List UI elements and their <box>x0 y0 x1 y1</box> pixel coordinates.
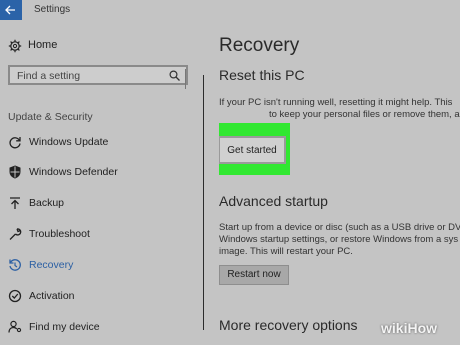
sidebar-item-windows-update[interactable]: Windows Update <box>8 134 188 152</box>
search-placeholder: Find a setting <box>17 70 81 82</box>
restart-now-button[interactable]: Restart now <box>219 265 289 285</box>
advanced-description-line2: Windows startup settings, or restore Win… <box>219 234 459 245</box>
back-button[interactable] <box>0 0 22 20</box>
get-started-button[interactable]: Get started <box>219 136 286 164</box>
gear-icon <box>8 39 22 53</box>
wikihow-watermark: wikiHow <box>381 320 438 336</box>
sidebar-item-windows-defender[interactable]: Windows Defender <box>8 164 188 182</box>
home-label: Home <box>28 39 58 51</box>
reset-heading: Reset this PC <box>219 67 305 83</box>
sidebar-item-label: Backup <box>29 197 65 209</box>
sidebar-item-label: Activation <box>29 290 75 302</box>
refresh-icon <box>8 135 22 149</box>
reset-description-line1: If your PC isn't running well, resetting… <box>219 97 453 108</box>
sidebar-item-label: Recovery <box>29 259 74 271</box>
advanced-description-line1: Start up from a device or disc (such as … <box>219 222 460 233</box>
advanced-description-line3: image. This will restart your PC. <box>219 246 353 257</box>
sidebar-scrollbar[interactable] <box>185 69 186 89</box>
sidebar-item-label: Troubleshoot <box>29 228 90 240</box>
sidebar: Home Find a setting Update & Security Wi… <box>0 20 200 345</box>
search-icon <box>169 70 180 81</box>
sidebar-item-activation[interactable]: Activation <box>8 288 188 306</box>
more-recovery-options-heading: More recovery options <box>219 317 358 333</box>
back-arrow-icon <box>5 5 15 15</box>
search-input[interactable]: Find a setting <box>8 65 188 85</box>
history-icon <box>8 258 22 272</box>
advanced-startup-heading: Advanced startup <box>219 193 328 209</box>
backup-arrow-icon <box>8 196 22 210</box>
sidebar-item-troubleshoot[interactable]: Troubleshoot <box>8 226 188 244</box>
page-title: Recovery <box>219 35 300 56</box>
sidebar-item-label: Windows Update <box>29 136 109 148</box>
window-title: Settings <box>34 4 71 15</box>
sidebar-item-label: Windows Defender <box>29 166 118 178</box>
sidebar-item-find-my-device[interactable]: Find my device <box>8 319 188 337</box>
sidebar-item-label: Find my device <box>29 321 100 333</box>
shield-icon <box>8 165 22 179</box>
sidebar-item-recovery[interactable]: Recovery <box>8 257 188 275</box>
section-label: Update & Security <box>8 111 93 123</box>
check-circle-icon <box>8 289 22 303</box>
sidebar-item-backup[interactable]: Backup <box>8 195 188 213</box>
wrench-icon <box>8 227 22 241</box>
pane-divider <box>203 75 204 330</box>
main-content: Recovery Reset this PC If your PC isn't … <box>219 0 460 345</box>
reset-description-line2: to keep your personal files or remove th… <box>269 109 460 120</box>
person-location-icon <box>8 320 22 334</box>
